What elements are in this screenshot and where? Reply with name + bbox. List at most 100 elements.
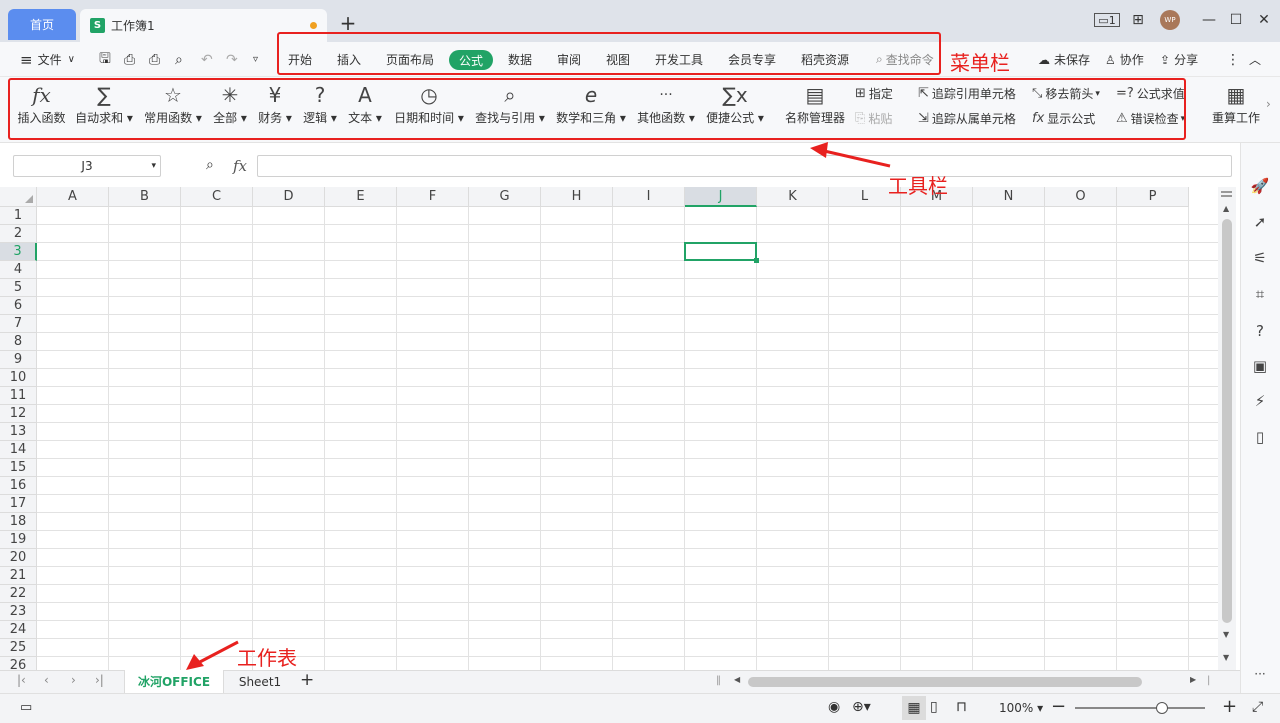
- column-header-c[interactable]: C: [181, 187, 253, 207]
- row-header-24[interactable]: 24: [0, 621, 37, 639]
- undo-icon[interactable]: ↶: [201, 42, 213, 77]
- save-icon[interactable]: 🖫: [99, 42, 111, 77]
- next-sheet-icon[interactable]: ›: [71, 673, 76, 687]
- scroll-up-icon[interactable]: ▲: [1223, 204, 1229, 213]
- column-header-h[interactable]: H: [541, 187, 613, 207]
- row-header-11[interactable]: 11: [0, 387, 37, 405]
- column-header-i[interactable]: I: [613, 187, 685, 207]
- adjust-icon[interactable]: ⚟: [1240, 247, 1280, 269]
- column-header-f[interactable]: F: [397, 187, 469, 207]
- page-layout-view-icon[interactable]: ▯: [930, 699, 938, 715]
- horizontal-scroll-thumb[interactable]: [748, 677, 1142, 687]
- zoom-in-button[interactable]: +: [1222, 696, 1237, 717]
- row-header-19[interactable]: 19: [0, 531, 37, 549]
- column-header-d[interactable]: D: [253, 187, 325, 207]
- first-sheet-icon[interactable]: |‹: [17, 673, 26, 687]
- crop-icon[interactable]: ⌗: [1240, 283, 1280, 305]
- row-header-4[interactable]: 4: [0, 261, 37, 279]
- collapse-ribbon-icon[interactable]: ︿: [1249, 42, 1261, 77]
- quick-access-dropdown-icon[interactable]: ▿: [253, 42, 258, 77]
- row-header-8[interactable]: 8: [0, 333, 37, 351]
- last-sheet-icon[interactable]: ›|: [95, 673, 104, 687]
- macro-record-icon[interactable]: ▭: [20, 700, 32, 715]
- recalculate-button[interactable]: ▦ 重算工作: [1208, 81, 1264, 126]
- row-header-5[interactable]: 5: [0, 279, 37, 297]
- apps-grid-icon[interactable]: ⊞: [1126, 10, 1150, 30]
- more-icon[interactable]: ···: [1240, 663, 1280, 685]
- column-header-n[interactable]: N: [973, 187, 1045, 207]
- formula-input[interactable]: [257, 155, 1232, 177]
- add-sheet-button[interactable]: +: [300, 670, 314, 690]
- eye-protection-icon[interactable]: ◉: [828, 699, 840, 715]
- share-button[interactable]: ⇪ 分享: [1160, 42, 1198, 77]
- help-icon[interactable]: ?: [1240, 320, 1280, 342]
- column-header-o[interactable]: O: [1045, 187, 1117, 207]
- cursor-select-icon[interactable]: ➚: [1240, 211, 1280, 233]
- column-header-j[interactable]: J: [685, 187, 757, 207]
- globe-icon[interactable]: ⊕▾: [852, 699, 871, 715]
- row-header-6[interactable]: 6: [0, 297, 37, 315]
- row-header-23[interactable]: 23: [0, 603, 37, 621]
- row-header-7[interactable]: 7: [0, 315, 37, 333]
- zoom-level[interactable]: 100% ▾: [999, 701, 1043, 715]
- new-tab-button[interactable]: +: [338, 12, 358, 34]
- sheet-tab-active[interactable]: 冰河OFFICE: [124, 670, 224, 693]
- normal-view-icon[interactable]: ▦: [902, 696, 926, 720]
- minimize-button[interactable]: —: [1197, 10, 1221, 30]
- scroll-down-icon[interactable]: ▼: [1223, 630, 1229, 639]
- row-header-3[interactable]: 3: [0, 243, 37, 261]
- row-header-10[interactable]: 10: [0, 369, 37, 387]
- avatar[interactable]: WP: [1160, 10, 1180, 30]
- zoom-out-button[interactable]: −: [1051, 696, 1066, 717]
- book-icon[interactable]: ▯: [1240, 426, 1280, 448]
- zoom-formula-icon[interactable]: ⌕: [206, 157, 214, 173]
- row-header-2[interactable]: 2: [0, 225, 37, 243]
- row-header-26[interactable]: 26: [0, 657, 37, 670]
- fill-handle[interactable]: [754, 258, 759, 263]
- print-preview-icon[interactable]: ⌕: [175, 42, 183, 77]
- row-header-20[interactable]: 20: [0, 549, 37, 567]
- tab-home[interactable]: 首页: [8, 9, 76, 40]
- file-menu[interactable]: ≡ 文件 ∨: [20, 42, 75, 77]
- collaborate-button[interactable]: ♙ 协作: [1105, 42, 1144, 77]
- row-header-17[interactable]: 17: [0, 495, 37, 513]
- lightning-icon[interactable]: ⚡: [1240, 390, 1280, 412]
- splitter-icon[interactable]: |: [1207, 675, 1210, 686]
- column-header-e[interactable]: E: [325, 187, 397, 207]
- scroll-left-icon[interactable]: ◀: [734, 675, 740, 684]
- row-header-14[interactable]: 14: [0, 441, 37, 459]
- name-box[interactable]: J3 ▾: [13, 155, 161, 177]
- zoom-slider[interactable]: [1075, 707, 1205, 709]
- close-button[interactable]: ✕: [1252, 10, 1276, 30]
- column-header-g[interactable]: G: [469, 187, 541, 207]
- rocket-icon[interactable]: 🚀: [1240, 175, 1280, 197]
- fullscreen-icon[interactable]: ⤢: [1252, 699, 1263, 715]
- scroll-right-icon[interactable]: ▶: [1190, 675, 1196, 684]
- maximize-button[interactable]: ☐: [1224, 10, 1248, 30]
- page-break-view-icon[interactable]: ⊓: [956, 699, 967, 715]
- unsaved-button[interactable]: ☁ 未保存: [1038, 42, 1090, 77]
- select-all-corner[interactable]: [0, 187, 37, 207]
- row-header-18[interactable]: 18: [0, 513, 37, 531]
- picture-icon[interactable]: ▣: [1240, 355, 1280, 377]
- column-header-p[interactable]: P: [1117, 187, 1189, 207]
- row-header-1[interactable]: 1: [0, 207, 37, 225]
- splitter-icon[interactable]: ‖: [716, 675, 721, 686]
- column-header-a[interactable]: A: [37, 187, 109, 207]
- row-header-15[interactable]: 15: [0, 459, 37, 477]
- row-header-12[interactable]: 12: [0, 405, 37, 423]
- spreadsheet-grid[interactable]: ABCDEFGHIJKLMNOP 1 2 3 4 5 6 7 8 9 10 11 12 13 14 15 16…: [0, 187, 1218, 670]
- row-header-21[interactable]: 21: [0, 567, 37, 585]
- selected-cell[interactable]: [684, 242, 759, 263]
- more-icon[interactable]: ⋮: [1226, 42, 1240, 77]
- zoom-slider-knob[interactable]: [1155, 702, 1168, 714]
- scroll-down-icon[interactable]: ▼: [1223, 653, 1229, 662]
- column-header-k[interactable]: K: [757, 187, 829, 207]
- vertical-scroll-thumb[interactable]: [1222, 219, 1232, 623]
- row-header-25[interactable]: 25: [0, 639, 37, 657]
- row-header-22[interactable]: 22: [0, 585, 37, 603]
- vertical-scrollbar[interactable]: ▲ ▼ ▼: [1218, 187, 1236, 670]
- fx-icon[interactable]: fx: [233, 157, 247, 175]
- export-pdf-icon[interactable]: ⎙: [124, 42, 135, 77]
- print-icon[interactable]: ⎙: [149, 42, 160, 77]
